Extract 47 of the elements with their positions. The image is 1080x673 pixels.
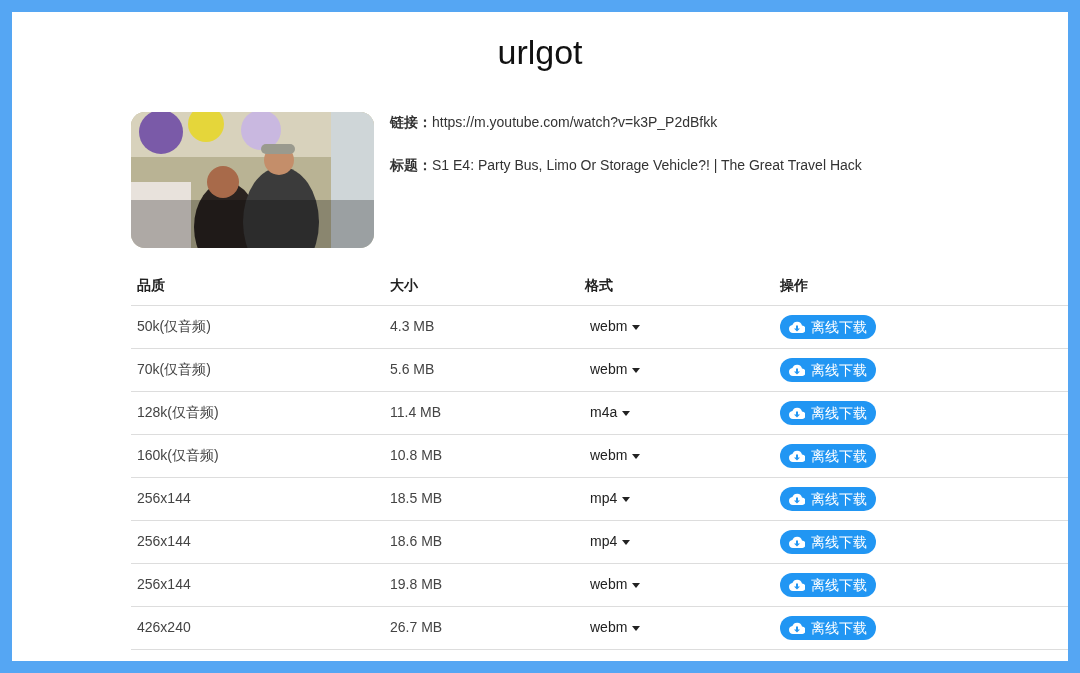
format-dropdown[interactable]: webm xyxy=(585,447,641,463)
table-cell: 256x144 xyxy=(131,520,384,563)
table-cell: 5.6 MB xyxy=(384,348,579,391)
table-cell: 18.6 MB xyxy=(384,520,579,563)
title-line: 标题：S1 E4: Party Bus, Limo Or Storage Vehicle?! | The Great Travel Hack xyxy=(390,156,862,175)
caret-icon xyxy=(622,410,631,416)
column-header: 大小 xyxy=(384,266,579,305)
cloud-download-icon xyxy=(789,320,805,333)
table-cell: 50k(仅音频) xyxy=(131,305,384,348)
caret-icon xyxy=(622,539,631,545)
format-dropdown[interactable]: webm xyxy=(585,318,641,334)
cloud-download-icon xyxy=(789,363,805,376)
table-cell: 256x144 xyxy=(131,563,384,606)
caret-icon xyxy=(632,367,641,373)
format-dropdown[interactable]: mp4 xyxy=(585,533,631,549)
caret-icon xyxy=(622,496,631,502)
caret-icon xyxy=(632,582,641,588)
caret-icon xyxy=(632,625,641,631)
format-dropdown[interactable]: mp4 xyxy=(585,490,631,506)
format-dropdown[interactable]: m4a xyxy=(585,404,631,420)
table-cell: 256x144 xyxy=(131,477,384,520)
table-cell: 70k(仅音频) xyxy=(131,348,384,391)
table-cell: 128k(仅音频) xyxy=(131,391,384,434)
cloud-download-icon xyxy=(789,621,805,634)
column-header: 品质 xyxy=(131,266,384,305)
format-dropdown[interactable]: webm xyxy=(585,576,641,592)
caret-icon xyxy=(632,453,641,459)
table-cell: 10.8 MB xyxy=(384,434,579,477)
table-cell: 19.8 MB xyxy=(384,563,579,606)
column-header: 操作 xyxy=(774,266,1068,305)
cloud-download-icon xyxy=(789,449,805,462)
table-cell: 4.3 MB xyxy=(384,305,579,348)
table-cell: 26.7 MB xyxy=(384,606,579,649)
table-cell: 11.4 MB xyxy=(384,391,579,434)
cloud-download-icon xyxy=(789,406,805,419)
caret-icon xyxy=(632,324,641,330)
cloud-download-icon xyxy=(789,492,805,505)
table-cell: 160k(仅音频) xyxy=(131,434,384,477)
cloud-download-icon xyxy=(789,578,805,591)
format-dropdown[interactable]: webm xyxy=(585,619,641,635)
link-line: 链接：https://m.youtube.com/watch?v=k3P_P2dBfkk xyxy=(390,113,719,132)
format-dropdown[interactable]: webm xyxy=(585,361,641,377)
cloud-download-icon xyxy=(789,535,805,548)
table-cell: 426x240 xyxy=(131,606,384,649)
column-header: 格式 xyxy=(579,266,774,305)
table-cell: 18.5 MB xyxy=(384,477,579,520)
site-title: urlgot xyxy=(496,32,584,73)
